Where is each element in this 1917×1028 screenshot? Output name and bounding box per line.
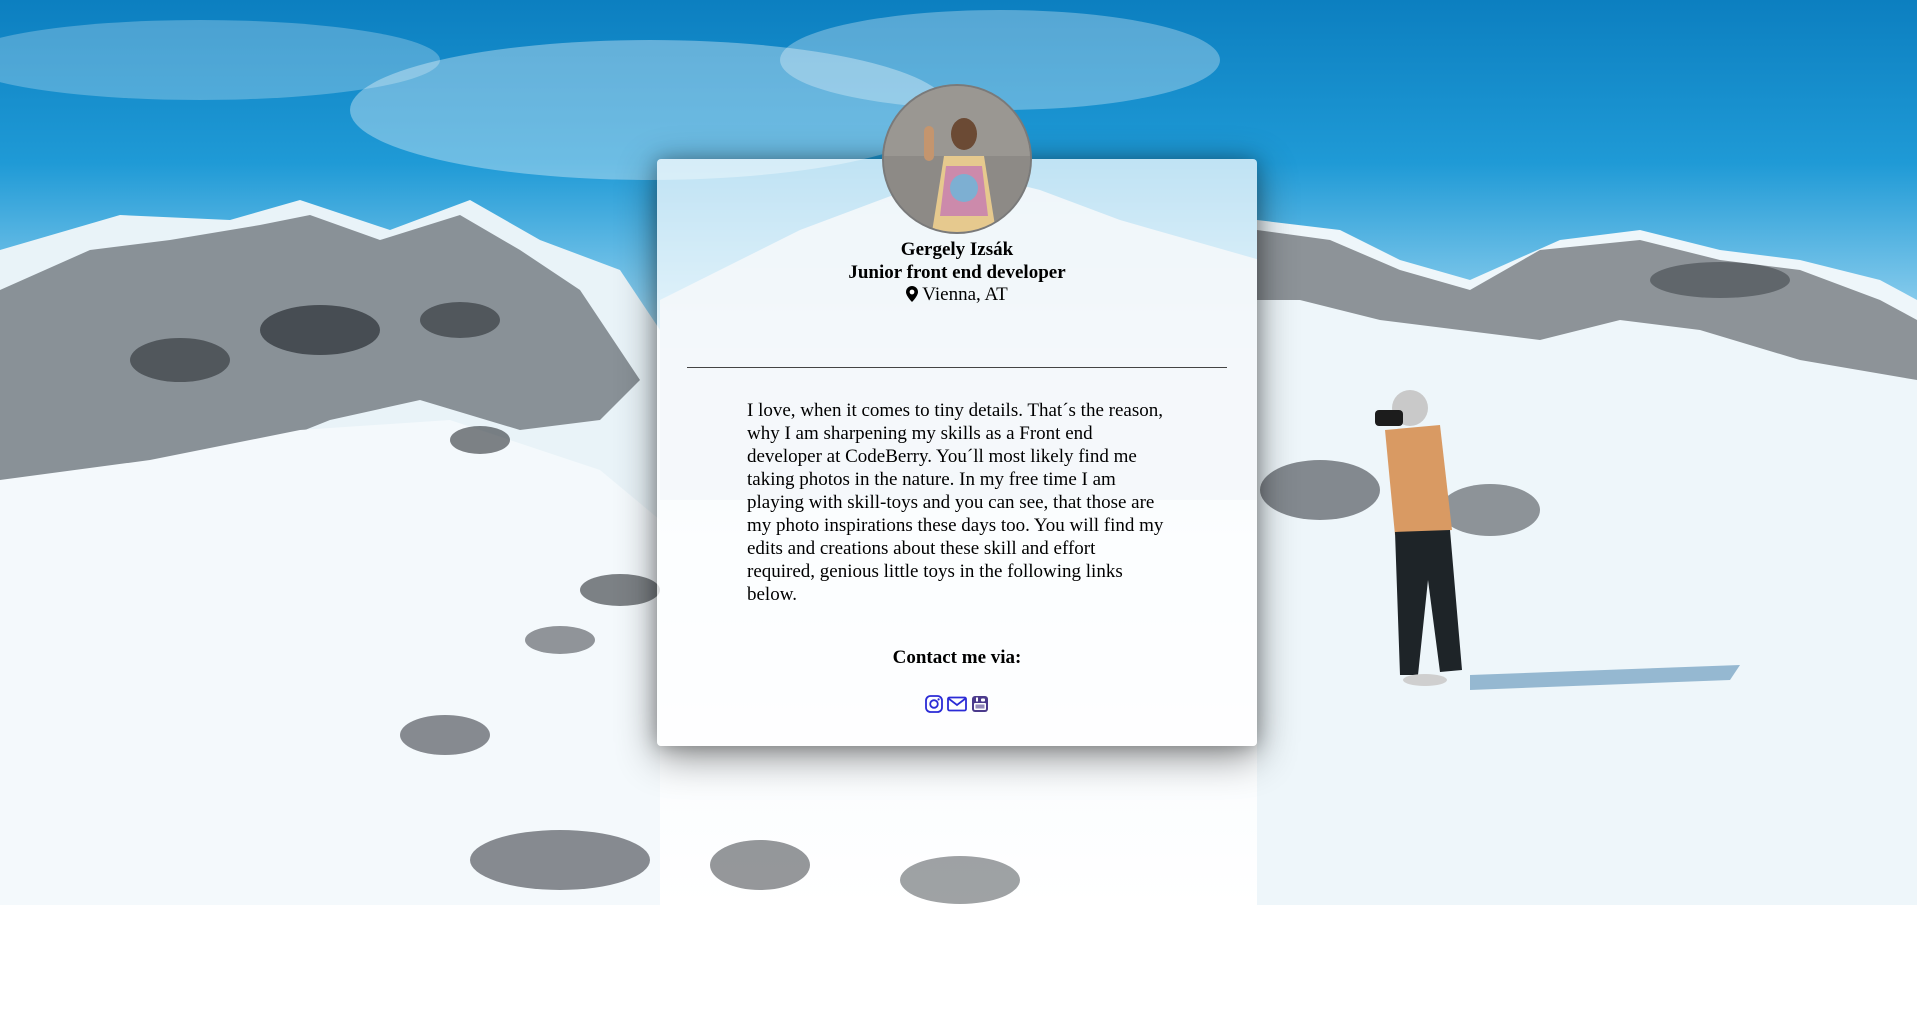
location-label: Vienna, AT: [922, 284, 1008, 305]
divider: [687, 367, 1227, 368]
instagram-icon: [925, 695, 943, 713]
youtube-link[interactable]: [971, 695, 989, 713]
bio-text: I love, when it comes to tiny details. T…: [747, 400, 1164, 605]
profile-location: Vienna, AT: [657, 284, 1257, 306]
email-link[interactable]: [947, 696, 967, 712]
envelope-icon: [947, 696, 967, 712]
contact-heading: Contact me via:: [892, 647, 1022, 668]
avatar: [882, 84, 1032, 234]
profile-role: Junior front end developer: [848, 262, 1066, 283]
profile-name: Gergely Izsák: [900, 239, 1014, 260]
youtube-icon: [972, 696, 988, 712]
profile-card: Gergely Izsák Junior front end developer…: [657, 84, 1257, 746]
map-pin-icon: [906, 286, 919, 302]
instagram-link[interactable]: [925, 695, 943, 713]
contact-links: [657, 695, 1257, 713]
